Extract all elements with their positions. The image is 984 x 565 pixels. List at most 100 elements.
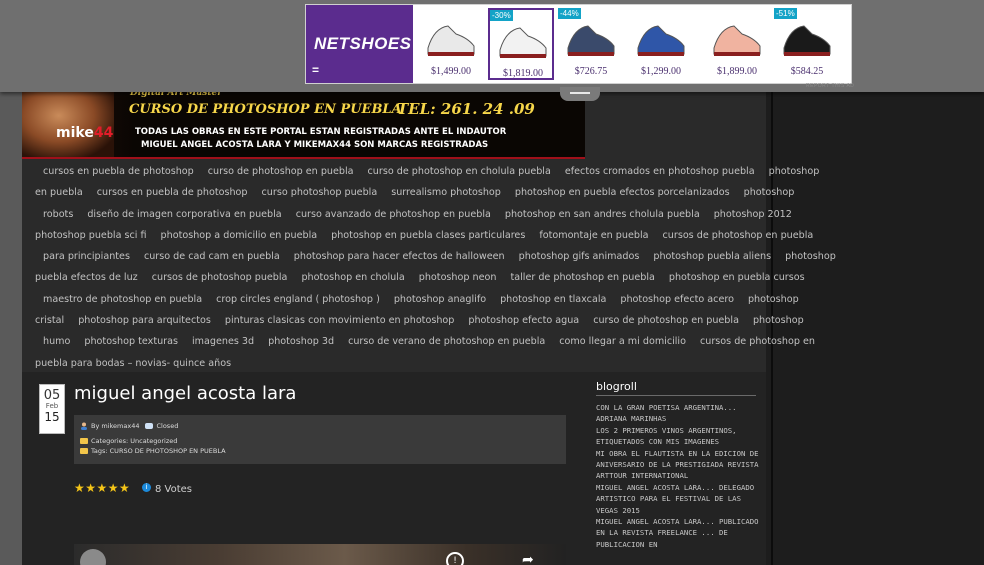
tag-link[interactable]: photoshop puebla aliens <box>653 251 771 262</box>
embedded-video[interactable]: ! ➦ <box>74 544 566 565</box>
tag-link[interactable]: photoshop 2012 <box>714 209 792 220</box>
tag-link[interactable]: imagenes 3d <box>192 336 254 347</box>
ad-product-tile[interactable]: $1,299.00 <box>628 8 694 80</box>
tag-link[interactable]: para principiantes <box>43 251 130 262</box>
blogroll-link[interactable]: MIGUEL ANGEL ACOSTA LARA... PUBLICADO EN… <box>596 516 760 550</box>
blogroll-link[interactable]: LOS 2 PRIMEROS VINOS ARGENTINOS, ETIQUET… <box>596 425 760 448</box>
tag-cloud-line: cristal photoshop para arquitectos pintura… <box>35 310 804 331</box>
tag-link[interactable]: puebla efectos de luz <box>35 272 138 283</box>
tag-link[interactable]: photoshop en cholula <box>301 272 404 283</box>
tag-folder-icon <box>80 448 88 454</box>
report-ad-link[interactable]: REPORT THIS AD <box>806 83 854 89</box>
tag-cloud: cursos en puebla de photoshop curso de ph… <box>35 161 836 374</box>
collapse-bar-icon <box>570 92 590 94</box>
tag-link[interactable]: curso de photoshop en puebla <box>208 166 354 177</box>
banner-legal-line-2: MIGUEL ANGEL ACOSTA LARA Y MIKEMAX44 SON… <box>141 140 489 150</box>
netshoes-ad[interactable]: NETSHOES = $1,499.00 -30% $1,819.00 -44% $72… <box>305 4 852 84</box>
comment-icon <box>145 423 154 429</box>
tag-link[interactable]: curso de verano de photoshop en puebla <box>348 336 545 347</box>
tag-link[interactable]: photoshop anaglifo <box>394 294 486 305</box>
ad-overlay-bar: NETSHOES = $1,499.00 -30% $1,819.00 -44% $72… <box>0 0 984 92</box>
discount-badge: -44% <box>558 8 581 19</box>
tag-link[interactable]: photoshop en puebla clases particulares <box>331 230 525 241</box>
tag-cloud-line: puebla para bodas – novias- quince años <box>35 353 760 374</box>
tag-link[interactable]: efectos cromados en photoshop puebla <box>565 166 755 177</box>
ad-product-tile[interactable]: $1,499.00 <box>418 8 484 80</box>
tag-link[interactable]: pinturas clasicas con movimiento en phot… <box>225 315 454 326</box>
tag-link[interactable]: curso de photoshop en puebla <box>593 315 739 326</box>
tag-link[interactable]: diseño de imagen corporativa en puebla <box>87 209 281 220</box>
tag-link[interactable]: photoshop en puebla efectos porcelanizad… <box>515 187 730 198</box>
video-info-icon[interactable]: ! <box>446 552 464 565</box>
blogroll-link[interactable]: MI OBRA EL FLAUTISTA EN LA EDICION DE AN… <box>596 448 760 482</box>
tag-link[interactable]: photoshop en puebla cursos <box>669 272 805 283</box>
netshoes-wordmark: NETSHOES <box>314 34 412 53</box>
tag-link[interactable]: cristal <box>35 315 64 326</box>
product-price: $726.75 <box>574 66 608 77</box>
tag-link[interactable]: como llegar a mi domicilio <box>559 336 686 347</box>
tag-link[interactable]: photoshop puebla sci fi <box>35 230 147 241</box>
rating-info-icon[interactable]: i <box>142 483 151 492</box>
blogroll-link[interactable]: CON LA GRAN POETISA ARGENTINA... ADRIANA… <box>596 402 760 425</box>
discount-badge: -30% <box>490 10 513 21</box>
tag-link[interactable]: photoshop en san andres cholula puebla <box>505 209 700 220</box>
tag-link[interactable]: humo <box>43 336 70 347</box>
tag-link[interactable]: cursos en puebla de photoshop <box>43 166 194 177</box>
blogroll-link[interactable]: MIGUEL ANGEL ACOSTA LARA... DELEGADO ART… <box>596 482 760 516</box>
tag-link[interactable]: photoshop gifs animados <box>519 251 640 262</box>
tag-link[interactable]: photoshop <box>748 294 799 305</box>
jersey-icon <box>632 10 690 64</box>
tag-link[interactable]: curso de photoshop en cholula puebla <box>368 166 551 177</box>
tag-link[interactable]: photoshop para arquitectos <box>78 315 211 326</box>
tag-link[interactable]: fotomontaje en puebla <box>539 230 648 241</box>
tag-link[interactable]: photoshop efecto acero <box>620 294 734 305</box>
tag-cloud-line: humo photoshop texturas imagenes 3d photosh… <box>35 331 815 352</box>
video-share-icon[interactable]: ➦ <box>522 552 534 565</box>
tag-link[interactable]: photoshop en tlaxcala <box>500 294 606 305</box>
post-title[interactable]: miguel angel acosta lara <box>74 383 296 404</box>
ad-product-tile[interactable]: -51% $584.25 <box>774 8 840 80</box>
video-channel-avatar[interactable] <box>80 549 106 565</box>
tag-link[interactable]: photoshop <box>785 251 836 262</box>
mikemax-logo: mike44 <box>56 125 114 141</box>
tag-link[interactable]: robots <box>43 209 73 220</box>
tag-link[interactable]: cursos en puebla de photoshop <box>97 187 248 198</box>
tag-link[interactable]: photoshop para hacer efectos de hallowee… <box>294 251 505 262</box>
post-author[interactable]: By mikemax44 <box>91 422 139 430</box>
tag-link[interactable]: puebla para bodas – novias- quince años <box>35 358 231 369</box>
product-price: $1,499.00 <box>431 66 471 77</box>
banner-portrait <box>22 88 114 157</box>
tag-link[interactable]: en puebla <box>35 187 83 198</box>
tag-link[interactable]: cursos de photoshop en puebla <box>663 230 814 241</box>
star-rating[interactable]: ★★★★★ <box>74 481 130 495</box>
tag-link[interactable]: curso de cad cam en puebla <box>144 251 280 262</box>
ad-product-tile[interactable]: -30% $1,819.00 <box>488 8 554 80</box>
tag-link[interactable]: taller de photoshop en puebla <box>510 272 654 283</box>
tag-link[interactable]: cursos de photoshop en <box>700 336 815 347</box>
ad-product-tile[interactable]: $1,899.00 <box>704 8 770 80</box>
post-date-badge: 05 Feb 15 <box>39 384 65 434</box>
tag-link[interactable]: photoshop <box>744 187 795 198</box>
netshoes-submark: = <box>312 63 320 77</box>
user-icon <box>81 422 87 430</box>
tag-link[interactable]: crop circles england ( photoshop ) <box>216 294 380 305</box>
tag-link[interactable]: photoshop neon <box>419 272 497 283</box>
tag-link[interactable]: surrealismo photoshop <box>391 187 501 198</box>
tag-link[interactable]: maestro de photoshop en puebla <box>43 294 202 305</box>
site-header-banner[interactable]: Digital Art Master CURSO DE PHOTOSHOP EN… <box>22 88 585 159</box>
tag-link[interactable]: photoshop 3d <box>268 336 334 347</box>
tag-link[interactable]: photoshop texturas <box>84 336 178 347</box>
tag-link[interactable]: photoshop efecto agua <box>468 315 579 326</box>
ad-product-tile[interactable]: -44% $726.75 <box>558 8 624 80</box>
post-categories[interactable]: Categories: Uncategorized <box>91 437 177 445</box>
ad-collapse-handle[interactable] <box>560 87 600 101</box>
netshoes-logo[interactable]: NETSHOES = <box>306 5 413 83</box>
tag-link[interactable]: photoshop a domicilio en puebla <box>161 230 318 241</box>
tag-link[interactable]: curso avanzado de photoshop en puebla <box>296 209 491 220</box>
post-tags[interactable]: Tags: CURSO DE PHOTOSHOP EN PUEBLA <box>91 447 226 455</box>
post-day: 05 <box>43 388 61 403</box>
tag-link[interactable]: curso photoshop puebla <box>262 187 378 198</box>
tag-link[interactable]: photoshop <box>769 166 820 177</box>
tag-link[interactable]: cursos de photoshop puebla <box>152 272 288 283</box>
tag-link[interactable]: photoshop <box>753 315 804 326</box>
